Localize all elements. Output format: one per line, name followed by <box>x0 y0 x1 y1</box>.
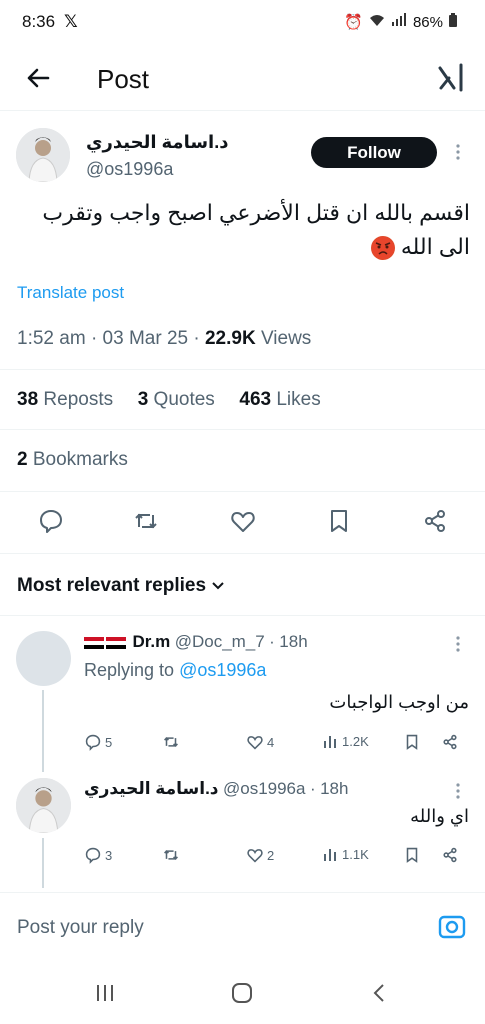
reply-header: Dr.m @Doc_m_7 · 18h <box>84 632 308 652</box>
reply-icon[interactable] <box>37 507 65 535</box>
recents-icon[interactable] <box>94 982 116 1009</box>
likes-stat[interactable]: 463 Likes <box>239 389 320 410</box>
more-options-icon[interactable] <box>453 634 463 654</box>
divider <box>0 369 485 370</box>
replying-to: Replying to @os1996a <box>84 660 267 680</box>
reply-author-name[interactable]: Dr.m <box>132 632 170 651</box>
repost-icon[interactable] <box>162 846 180 864</box>
post-meta: 1:52 am · 03 Mar 25 · 22.9K Views <box>17 328 312 349</box>
reply-author-handle[interactable]: @Doc_m_7 <box>175 632 265 651</box>
reply-header: د.اسامة الحيدري @os1996a · 18h <box>84 779 349 798</box>
grok-icon[interactable] <box>437 62 467 94</box>
views-chart-icon <box>324 849 336 861</box>
camera-icon[interactable] <box>437 913 467 941</box>
home-icon[interactable] <box>230 981 254 1010</box>
quotes-stat[interactable]: 3 Quotes <box>138 389 215 410</box>
divider <box>0 553 485 554</box>
like-count[interactable]: 4 <box>246 733 274 751</box>
views-count: 22.9K <box>204 328 256 349</box>
system-nav-bar <box>0 964 485 1024</box>
post-text: اقسم بالله ان قتل الأضرعي اصبح واجب وتقر… <box>18 196 470 264</box>
reposts-stat[interactable]: 38 Reposts <box>17 389 113 410</box>
status-icons: ⏰ 86% <box>344 13 457 31</box>
reply-icon <box>85 734 101 751</box>
author-handle[interactable]: @os1996a <box>86 159 173 180</box>
divider <box>0 110 485 111</box>
follow-button[interactable]: Follow <box>311 137 437 168</box>
bookmark-icon[interactable] <box>325 507 353 535</box>
views-label: Views <box>260 328 312 349</box>
repost-icon[interactable] <box>162 733 180 751</box>
repost-icon[interactable] <box>132 507 160 535</box>
status-bar: 8:36 𝕏 ⏰ 86% <box>0 0 485 48</box>
more-options-icon[interactable] <box>453 781 463 801</box>
views-chart-icon <box>324 736 336 748</box>
like-count[interactable]: 2 <box>246 846 274 864</box>
replies-sort-dropdown[interactable]: Most relevant replies <box>17 575 225 597</box>
battery-icon <box>449 13 457 31</box>
battery-level: 86% <box>412 13 443 31</box>
share-icon[interactable] <box>441 846 459 864</box>
back-arrow-icon[interactable] <box>22 62 54 94</box>
page-title: Post <box>97 64 150 94</box>
divider <box>0 615 485 616</box>
post-date: 03 Mar 25 <box>102 328 189 349</box>
reply-input[interactable]: Post your reply <box>17 917 144 939</box>
views-count[interactable]: 1.1K <box>323 846 369 862</box>
reply-count[interactable]: 3 <box>84 846 112 864</box>
share-icon[interactable] <box>441 733 459 751</box>
like-heart-icon <box>247 736 263 750</box>
reply-avatar[interactable] <box>16 631 71 686</box>
reply-text: من اوجب الواجبات <box>329 692 469 712</box>
post-text-line-1: اقسم بالله ان قتل الأضرعي اصبح واجب وتقر… <box>42 200 470 225</box>
reply-author-handle[interactable]: @os1996a <box>223 779 306 798</box>
bookmark-icon[interactable] <box>403 846 421 864</box>
signal-icon <box>391 13 407 31</box>
thread-line <box>42 690 44 772</box>
x-logo-icon: 𝕏 <box>64 12 78 31</box>
replying-to-handle[interactable]: @os1996a <box>179 660 266 680</box>
reply-count[interactable]: 5 <box>84 733 112 751</box>
author-avatar[interactable] <box>16 128 70 182</box>
post-text-line-2: الى الله <box>400 234 470 259</box>
reply-avatar[interactable] <box>16 778 71 833</box>
angry-face-emoji-icon <box>370 236 395 261</box>
flag-icon <box>84 636 104 649</box>
translate-post-link[interactable]: Translate post <box>17 283 124 303</box>
reply-time: 18h <box>320 779 349 798</box>
reply-time: 18h <box>279 632 308 651</box>
like-heart-icon[interactable] <box>229 507 257 535</box>
flag-icon <box>106 636 126 649</box>
post-time: 1:52 am <box>17 328 86 349</box>
views-count[interactable]: 1.2K <box>323 733 369 749</box>
more-options-icon[interactable] <box>453 142 463 162</box>
reply-text: اي والله <box>410 806 469 826</box>
bookmarks-stat[interactable]: 2 Bookmarks <box>17 449 128 471</box>
bookmark-icon[interactable] <box>403 733 421 751</box>
divider <box>0 429 485 430</box>
reply-author-name[interactable]: د.اسامة الحيدري <box>84 779 219 798</box>
author-name[interactable]: د.اسامة الحيدري <box>86 132 286 153</box>
back-icon[interactable] <box>368 981 390 1010</box>
thread-line <box>42 838 44 888</box>
like-heart-icon <box>247 849 263 863</box>
engagement-stats: 38 Reposts 3 Quotes 463 Likes <box>17 389 321 411</box>
alarm-icon: ⏰ <box>344 14 363 31</box>
post-text-line-2-row: الى الله <box>18 230 470 264</box>
reply-icon <box>85 847 101 864</box>
reply-compose-bar: Post your reply <box>0 892 485 964</box>
share-icon[interactable] <box>421 507 449 535</box>
divider <box>0 491 485 492</box>
chevron-down-icon <box>211 575 225 596</box>
top-app-bar: Post <box>0 48 485 110</box>
status-time: 8:36 <box>22 12 56 31</box>
wifi-icon <box>369 13 385 31</box>
